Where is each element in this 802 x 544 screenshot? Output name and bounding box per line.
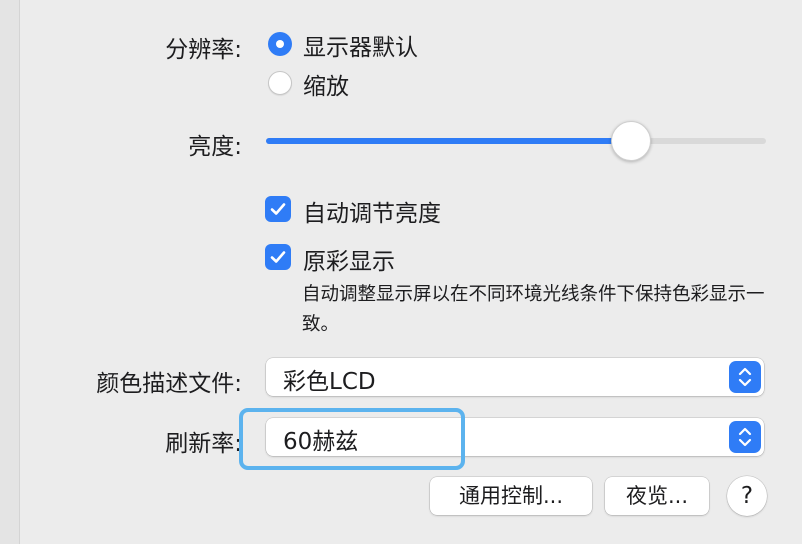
universal-control-button[interactable]: 通用控制...	[430, 477, 592, 515]
checkmark-icon	[270, 251, 286, 263]
true-tone-checkbox[interactable]	[265, 244, 291, 270]
resolution-scaled-label[interactable]: 缩放	[303, 67, 349, 101]
up-down-chevron-icon	[738, 367, 752, 387]
brightness-slider-knob[interactable]	[611, 121, 651, 161]
resolution-default-radio[interactable]	[268, 32, 292, 56]
up-down-chevron-icon	[738, 427, 752, 447]
sidebar-edge	[0, 0, 20, 544]
night-shift-button[interactable]: 夜览...	[605, 477, 709, 515]
refresh-rate-label: 刷新率:	[165, 431, 242, 457]
checkmark-icon	[270, 203, 286, 215]
resolution-scaled-radio[interactable]	[268, 71, 292, 95]
brightness-slider-fill	[266, 138, 631, 144]
resolution-default-label[interactable]: 显示器默认	[303, 28, 418, 62]
true-tone-description: 自动调整显示屏以在不同环境光线条件下保持色彩显示一致。	[302, 284, 765, 335]
refresh-rate-highlight-outline	[239, 408, 465, 470]
color-profile-stepper[interactable]	[729, 361, 761, 393]
color-profile-value: 彩色LCD	[283, 369, 376, 395]
auto-brightness-checkbox[interactable]	[265, 196, 291, 222]
color-profile-label: 颜色描述文件:	[96, 371, 242, 397]
refresh-rate-stepper[interactable]	[729, 421, 761, 453]
brightness-slider[interactable]	[266, 121, 766, 161]
auto-brightness-label[interactable]: 自动调节亮度	[303, 194, 441, 228]
help-button[interactable]: ?	[727, 476, 767, 516]
color-profile-select[interactable]: 彩色LCD	[266, 358, 764, 396]
brightness-label: 亮度:	[188, 134, 242, 160]
true-tone-label[interactable]: 原彩显示	[303, 242, 395, 276]
resolution-label: 分辨率:	[165, 37, 242, 63]
